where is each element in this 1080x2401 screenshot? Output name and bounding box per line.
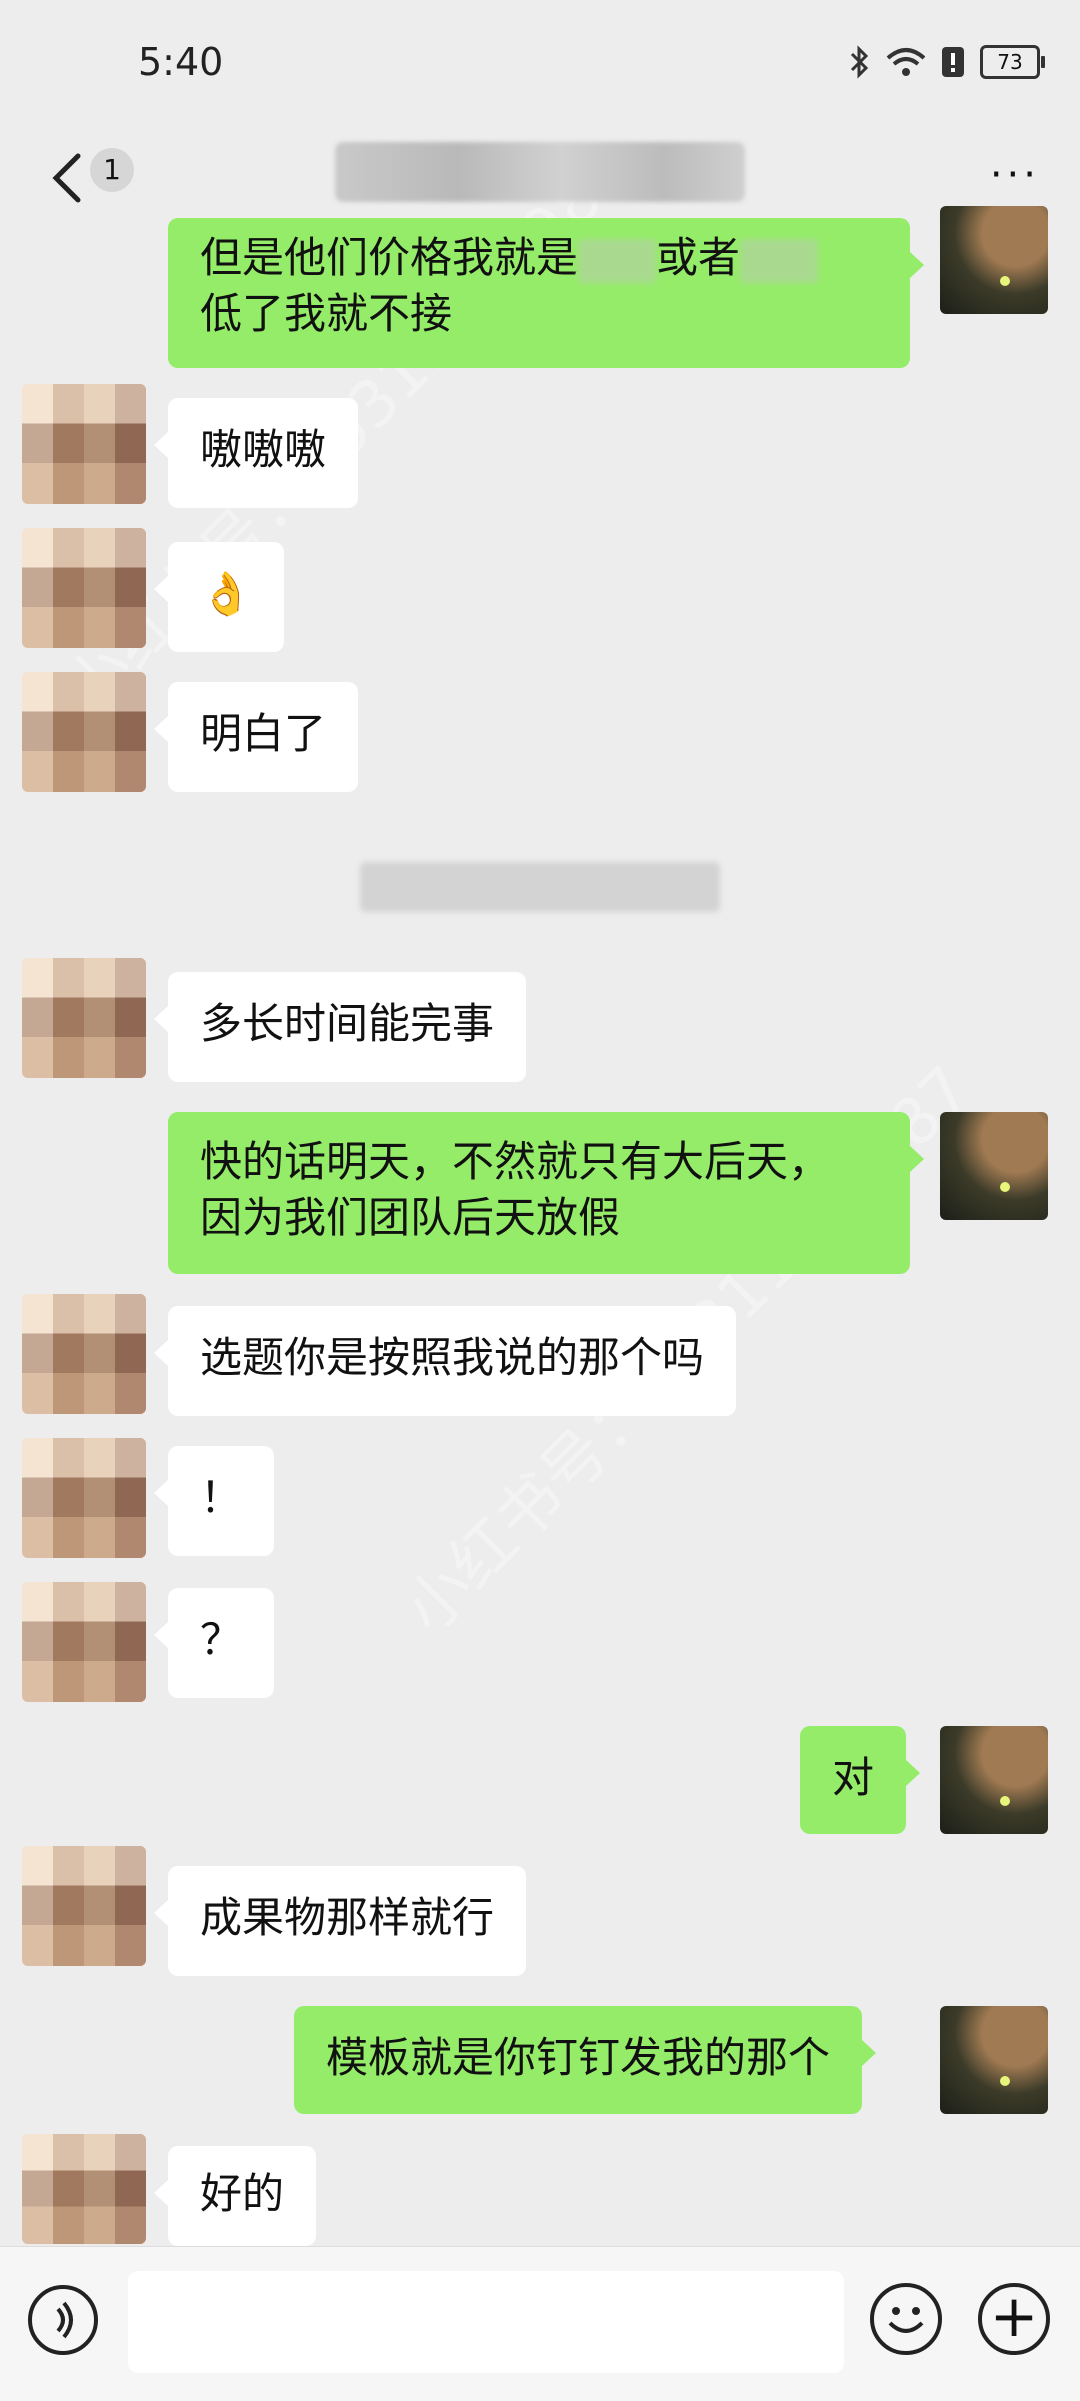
- my-avatar[interactable]: [940, 2006, 1048, 2114]
- message-text: 多长时间能完事: [200, 999, 495, 1048]
- contact-avatar[interactable]: [22, 384, 146, 504]
- voice-icon[interactable]: [28, 2285, 98, 2355]
- message-bubble-outgoing[interactable]: 快的话明天，不然就只有大后天， 因为我们团队后天放假: [168, 1112, 924, 1274]
- message-text: 明白了: [200, 709, 327, 758]
- my-avatar[interactable]: [940, 206, 1048, 314]
- message-text: 成果物那样就行: [200, 1893, 495, 1942]
- message-text: 或者: [656, 233, 741, 282]
- message-bubble-incoming[interactable]: 嗷嗷嗷: [153, 398, 359, 508]
- message-bubble-outgoing[interactable]: 但是他们价格我就是 或者 低了我就不接: [168, 218, 924, 368]
- message-bubble-incoming[interactable]: ！: [153, 1446, 275, 1556]
- message-bubble-outgoing[interactable]: 对: [800, 1726, 921, 1834]
- message-bubble-incoming[interactable]: 多长时间能完事: [153, 972, 527, 1082]
- timestamp: [360, 862, 720, 912]
- my-avatar[interactable]: [940, 1112, 1048, 1220]
- contact-avatar[interactable]: [22, 958, 146, 1078]
- message-bubble-incoming[interactable]: 明白了: [153, 682, 359, 792]
- status-bar: 5:40 73: [0, 0, 1080, 130]
- emoji-icon[interactable]: [870, 2283, 942, 2355]
- contact-avatar[interactable]: [22, 528, 146, 648]
- message-bubble-incoming[interactable]: 👌: [153, 542, 285, 652]
- message-text: 低了我就不接: [200, 289, 453, 338]
- contact-avatar[interactable]: [22, 672, 146, 792]
- status-icons: 73: [848, 44, 1045, 80]
- message-text: 嗷嗷嗷: [200, 425, 327, 474]
- status-time: 5:40: [138, 40, 224, 84]
- message-bubble-incoming[interactable]: 选题你是按照我说的那个吗: [153, 1306, 737, 1416]
- unread-badge: 1: [90, 148, 134, 192]
- message-text: 快的话明天，不然就只有大后天，: [200, 1137, 831, 1186]
- message-text: ！: [200, 1473, 243, 1522]
- message-text: 选题你是按照我说的那个吗: [200, 1333, 705, 1382]
- more-icon[interactable]: ···: [990, 152, 1040, 198]
- message-bubble-incoming[interactable]: 好的: [153, 2146, 317, 2246]
- plus-icon[interactable]: +: [978, 2283, 1050, 2355]
- input-bar: +: [0, 2246, 1080, 2401]
- redacted: [740, 238, 819, 283]
- wifi-icon: [886, 48, 926, 76]
- message-text: 模板就是你钉钉发我的那个: [326, 2033, 831, 2082]
- alert-icon: [942, 47, 964, 77]
- contact-avatar[interactable]: [22, 1582, 146, 1702]
- bluetooth-icon: [850, 45, 869, 79]
- battery-indicator: 73: [980, 45, 1045, 79]
- message-text: 但是他们价格我就是: [200, 233, 579, 282]
- message-text: 👌: [200, 569, 253, 618]
- message-text: ？: [200, 1615, 243, 1664]
- contact-avatar[interactable]: [22, 2134, 146, 2244]
- message-bubble-outgoing[interactable]: 模板就是你钉钉发我的那个: [294, 2006, 877, 2114]
- message-bubble-incoming[interactable]: 成果物那样就行: [153, 1866, 527, 1976]
- message-text: 好的: [200, 2169, 285, 2218]
- contact-avatar[interactable]: [22, 1438, 146, 1558]
- chat-title: [335, 142, 745, 202]
- message-bubble-incoming[interactable]: ？: [153, 1588, 275, 1698]
- redacted: [578, 238, 657, 283]
- contact-avatar[interactable]: [22, 1294, 146, 1414]
- my-avatar[interactable]: [940, 1726, 1048, 1834]
- message-text: 因为我们团队后天放假: [200, 1193, 621, 1242]
- message-text: 对: [832, 1753, 875, 1802]
- contact-avatar[interactable]: [22, 1846, 146, 1966]
- message-input[interactable]: [128, 2271, 844, 2373]
